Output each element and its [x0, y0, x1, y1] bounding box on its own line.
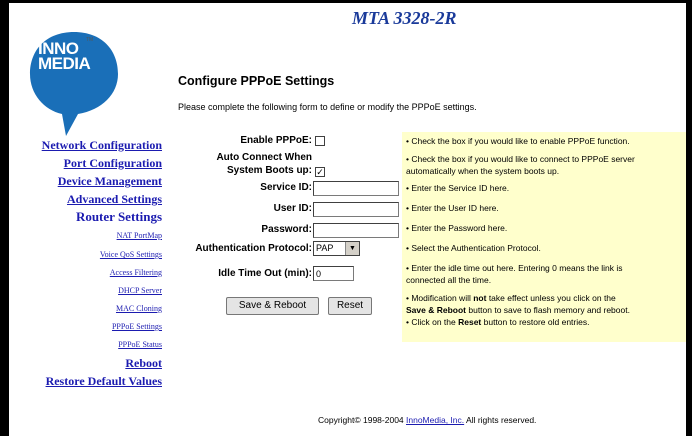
auth-protocol-select[interactable]: PAP ▼ [313, 241, 360, 256]
help-enable: • Check the box if you would like to ena… [406, 136, 630, 146]
auto-connect-label-line2: System Boots up: [226, 165, 312, 176]
nav-router-settings[interactable]: Router Settings [76, 209, 162, 225]
auto-connect-label-line1: Auto Connect When [216, 152, 312, 163]
chevron-down-icon[interactable]: ▼ [345, 242, 359, 255]
auth-protocol-label: Authentication Protocol: [195, 243, 312, 254]
help-reset: • Click on the Reset button to restore o… [406, 317, 590, 327]
help-password: • Enter the Password here. [406, 223, 508, 233]
auth-protocol-value: PAP [316, 243, 334, 253]
nav-port-configuration[interactable]: Port Configuration [64, 156, 162, 171]
rights-text: All rights reserved. [464, 415, 537, 425]
password-label: Password: [261, 224, 312, 235]
nav-voice-qos-settings[interactable]: Voice QoS Settings [100, 250, 162, 259]
product-title: MTA 3328-2R [352, 8, 457, 28]
right-border [686, 0, 692, 436]
nav-pppoe-settings[interactable]: PPPoE Settings [112, 322, 162, 331]
help-auth: • Select the Authentication Protocol. [406, 243, 541, 253]
nav-pppoe-status[interactable]: PPPoE Status [118, 340, 162, 349]
checkmark-icon: ✓ [316, 167, 324, 177]
nav-advanced-settings[interactable]: Advanced Settings [67, 192, 162, 207]
logo-trademark: TM [86, 37, 94, 43]
copyright-text: Copyright© 1998-2004 [318, 415, 407, 425]
nav-restore-default-values[interactable]: Restore Default Values [46, 374, 162, 389]
help-auto-line2: automatically when the system boots up. [406, 166, 560, 176]
nav-reboot[interactable]: Reboot [125, 356, 162, 371]
nav-network-configuration[interactable]: Network Configuration [42, 138, 162, 153]
service-id-label: Service ID: [260, 182, 312, 193]
left-border [0, 0, 9, 436]
nav-dhcp-server[interactable]: DHCP Server [118, 286, 162, 295]
help-auto-line1: • Check the box if you would like to con… [406, 154, 635, 164]
help-service: • Enter the Service ID here. [406, 183, 510, 193]
idle-timeout-label: Idle Time Out (min): [218, 268, 312, 279]
service-id-input[interactable] [313, 181, 399, 196]
help-modification-line1: • Modification will not take effect unle… [406, 293, 616, 303]
enable-pppoe-checkbox[interactable] [315, 136, 325, 146]
innomedia-link[interactable]: InnoMedia, Inc. [406, 415, 464, 425]
page-title: Configure PPPoE Settings [178, 74, 335, 88]
nav-mac-cloning[interactable]: MAC Cloning [116, 304, 162, 313]
auto-connect-checkbox[interactable]: ✓ [315, 167, 325, 177]
copyright-footer: Copyright© 1998-2004 InnoMedia, Inc. All… [318, 415, 536, 425]
page-intro: Please complete the following form to de… [178, 102, 477, 112]
nav-access-filtering[interactable]: Access Filtering [110, 268, 162, 277]
reset-button[interactable]: Reset [328, 297, 372, 315]
password-input[interactable] [313, 223, 399, 238]
help-idle-line1: • Enter the idle time out here. Entering… [406, 263, 623, 273]
help-user: • Enter the User ID here. [406, 203, 499, 213]
idle-timeout-input[interactable] [313, 266, 354, 281]
help-modification-line2: Save & Reboot button to save to flash me… [406, 305, 630, 315]
logo-text-media: MEDIA [38, 54, 91, 73]
top-border [0, 0, 692, 3]
user-id-input[interactable] [313, 202, 399, 217]
user-id-label: User ID: [273, 203, 312, 214]
help-idle-line2: connected all the time. [406, 275, 492, 285]
enable-pppoe-label: Enable PPPoE: [240, 135, 312, 146]
save-reboot-button[interactable]: Save & Reboot [226, 297, 319, 315]
nav-nat-portmap[interactable]: NAT PortMap [117, 231, 162, 240]
nav-device-management[interactable]: Device Management [58, 174, 162, 189]
help-panel: • Check the box if you would like to ena… [402, 132, 686, 342]
